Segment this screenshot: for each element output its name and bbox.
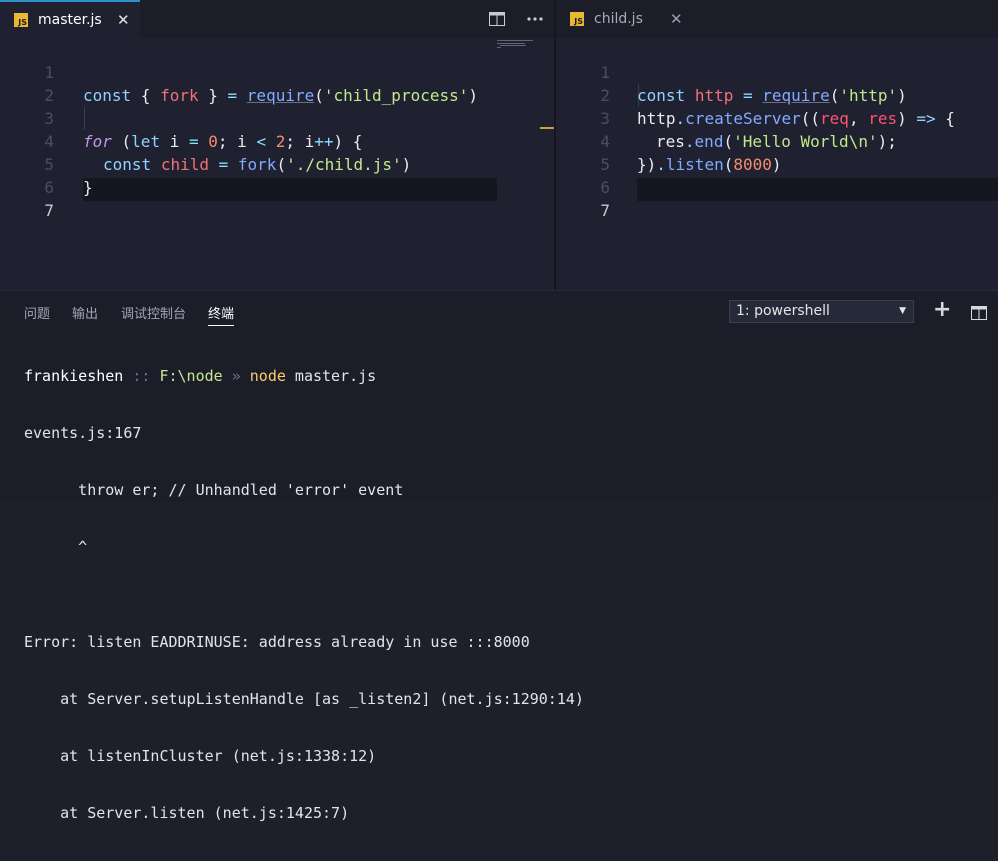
code-line: 4 }).listen(8000): [556, 107, 998, 174]
tab-child-js[interactable]: JS child.js ✕: [556, 0, 696, 38]
terminal-select[interactable]: 1: powershell ▼: [729, 300, 914, 323]
line-number: 7: [600, 201, 610, 220]
close-icon[interactable]: ✕: [670, 10, 683, 28]
code-line: 5 }: [0, 130, 554, 197]
tab-terminal[interactable]: 终端: [208, 303, 234, 322]
chevron-down-icon: ▼: [899, 306, 906, 316]
tab-debug-console[interactable]: 调试控制台: [121, 303, 186, 322]
terminal-output[interactable]: frankieshen :: F:\node » node master.js …: [24, 329, 584, 861]
editor-group-right: JS child.js ✕ 1 const http = require('ht…: [556, 0, 998, 290]
code-editor[interactable]: 1 const { fork } = require('child_proces…: [0, 38, 554, 290]
tab-master-js[interactable]: JS master.js ✕: [0, 0, 140, 38]
code-line: 5: [556, 130, 998, 174]
code-line: 3 res.end('Hello World\n');: [556, 84, 998, 151]
bottom-panel: 问题 输出 调试控制台 终端 1: powershell ▼ + frankie…: [0, 290, 998, 822]
code-line: 6: [0, 153, 554, 197]
line-number: 7: [44, 201, 54, 220]
terminal-line: throw er; // Unhandled 'error' event: [24, 481, 404, 499]
split-panel-icon[interactable]: [971, 305, 987, 324]
code-line: 7: [0, 176, 554, 220]
tab-bar: JS child.js ✕: [556, 0, 998, 38]
more-actions-icon[interactable]: [524, 8, 546, 30]
code-line: 2 http.createServer((req, res) => {: [556, 61, 998, 128]
tab-output[interactable]: 输出: [72, 303, 98, 322]
js-file-icon: JS: [14, 13, 28, 27]
code-line: 3 for (let i = 0; i < 2; i++) {: [0, 84, 554, 151]
terminal-line: at Server.setupListenHandle [as _listen2…: [24, 690, 584, 708]
code-line: 1 const { fork } = require('child_proces…: [0, 38, 554, 105]
tab-problems[interactable]: 问题: [24, 303, 50, 322]
terminal-line: Error: listen EADDRINUSE: address alread…: [24, 633, 530, 651]
terminal-line: ^: [24, 538, 88, 556]
editor-actions: [486, 0, 546, 38]
code-line: 6: [556, 153, 998, 197]
terminal-line: at Server.listen (net.js:1425:7): [24, 804, 350, 822]
code-line: 7: [556, 176, 998, 220]
terminal-line: events.js:167: [24, 424, 142, 442]
code-editor[interactable]: 1 const http = require('http') 2 http.cr…: [556, 38, 998, 290]
terminal-prompt-line: frankieshen :: F:\node » node master.js: [24, 367, 377, 385]
active-tab-indicator: [208, 325, 234, 326]
code-line: 4 const child = fork('./child.js'): [0, 107, 554, 174]
close-icon[interactable]: ✕: [117, 11, 130, 29]
add-terminal-button[interactable]: +: [933, 299, 951, 321]
terminal-line: at listenInCluster (net.js:1338:12): [24, 747, 377, 765]
minimap[interactable]: [497, 40, 541, 48]
code-line: 2: [0, 61, 554, 105]
terminal-select-value: 1: powershell: [736, 303, 830, 319]
overview-ruler-marker: [540, 127, 554, 129]
editor-group-left: JS master.js ✕ 1 const { fork } = requir…: [0, 0, 554, 290]
js-file-icon: JS: [570, 12, 584, 26]
tab-bar: JS master.js ✕: [0, 0, 554, 38]
split-editor-icon[interactable]: [486, 8, 508, 30]
tab-label: child.js: [594, 11, 643, 27]
tab-label: master.js: [38, 12, 102, 28]
code-line: 1 const http = require('http'): [556, 38, 998, 105]
